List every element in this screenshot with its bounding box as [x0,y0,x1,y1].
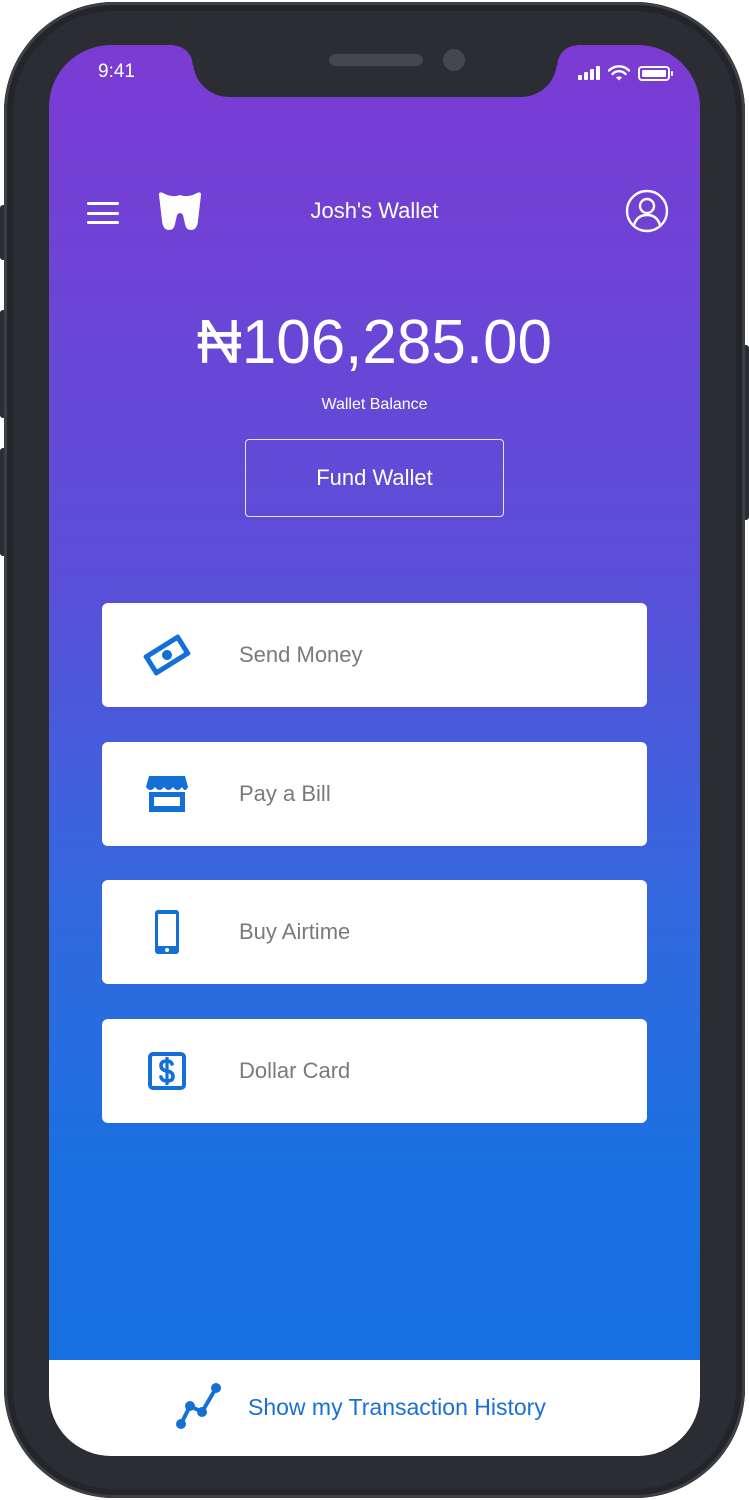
buy-airtime-card[interactable]: Buy Airtime [102,880,647,984]
profile-icon[interactable] [625,189,669,233]
pay-bill-label: Pay a Bill [239,781,331,806]
cellular-signal-icon [578,66,600,80]
wallet-balance-label: Wallet Balance [321,396,428,413]
status-icons [578,65,673,81]
dollar-card-card[interactable]: Dollar Card [102,1019,647,1123]
phone-icon [155,910,179,954]
dollar-card-label: Dollar Card [239,1058,351,1083]
front-camera [443,49,465,71]
transaction-history-button[interactable]: Show my Transaction History [49,1360,700,1456]
trend-line-icon [176,1383,221,1429]
wifi-icon [608,65,630,81]
money-icon [143,634,191,676]
notch [173,45,577,97]
send-money-card[interactable]: Send Money [102,603,647,707]
pay-bill-card[interactable]: Pay a Bill [102,742,647,846]
send-money-label: Send Money [239,642,363,667]
store-icon [146,776,188,812]
wallet-title: Josh's Wallet [310,198,439,223]
status-time: 9:41 [98,61,135,82]
transaction-history-label: Show my Transaction History [248,1394,546,1420]
wallet-balance-amount: ₦106,285.00 [196,308,553,377]
app-screen: 9:41 Josh's Wallet ₦106,285.00 Wallet Ba… [49,45,700,1456]
buy-airtime-label: Buy Airtime [239,919,351,944]
battery-icon [638,65,673,81]
dollar-card-icon [148,1052,186,1090]
speaker-grille [329,54,423,66]
fund-wallet-button[interactable]: Fund Wallet [245,439,504,517]
